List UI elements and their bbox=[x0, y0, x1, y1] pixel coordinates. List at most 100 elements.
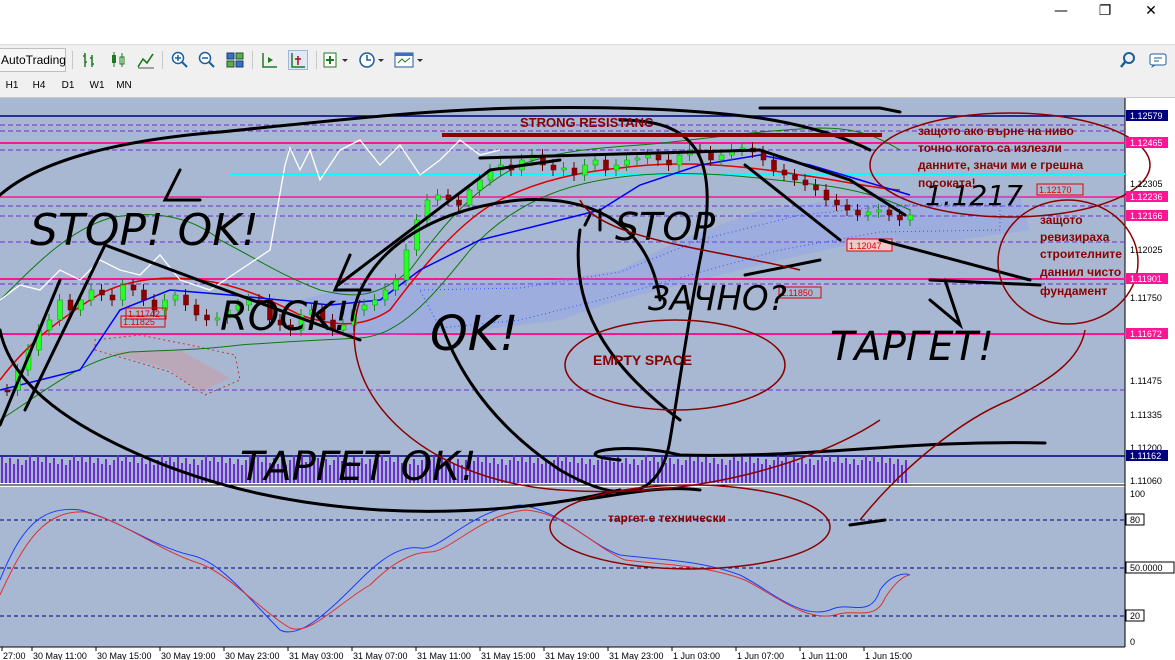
line-chart-icon[interactable] bbox=[136, 50, 156, 70]
hand-text-target: ТАРГЕТ! bbox=[830, 324, 994, 370]
price-tick-label: 1.12305 bbox=[1130, 179, 1163, 189]
indicators-icon-glyph bbox=[323, 52, 348, 68]
candle-body bbox=[624, 159, 630, 166]
toolbar: AutoTrading bbox=[0, 44, 1175, 73]
auto-scroll-icon-glyph bbox=[291, 53, 305, 68]
candle-body bbox=[613, 164, 620, 171]
zoom-in-icon-glyph bbox=[171, 51, 188, 68]
autotrading-label: AutoTrading bbox=[1, 53, 66, 67]
time-tick-label: 31 May 11:00 bbox=[417, 651, 471, 660]
osc-tick-label: 50.0000 bbox=[1130, 563, 1163, 573]
candle-body bbox=[372, 299, 378, 306]
candle-body bbox=[834, 199, 840, 206]
strong-resistance-bar bbox=[442, 133, 882, 137]
chart-shift-icon-glyph bbox=[262, 53, 277, 68]
time-tick-label: 1 Jun 07:00 bbox=[737, 651, 784, 660]
profile-icon-glyph bbox=[1149, 53, 1167, 68]
candle-body bbox=[886, 209, 893, 216]
price-tick-label: 1.12236 bbox=[1130, 192, 1163, 202]
timeframe-w1[interactable]: W1 bbox=[86, 78, 108, 94]
time-tick-label: 31 May 19:00 bbox=[545, 651, 600, 660]
timeframe-mn[interactable]: MN bbox=[113, 78, 135, 94]
candlestick-icon[interactable] bbox=[108, 50, 128, 70]
price-tick-label: 1.12579 bbox=[1130, 111, 1163, 121]
indicators-icon[interactable] bbox=[322, 50, 352, 70]
candle-body bbox=[897, 214, 903, 221]
note-line: строителните bbox=[1040, 247, 1122, 261]
profile-icon[interactable] bbox=[1148, 50, 1168, 70]
zoom-out-icon[interactable] bbox=[197, 50, 217, 70]
candle-body bbox=[781, 169, 788, 176]
hand-text-stop-ok: STOP! OK! bbox=[30, 205, 259, 256]
restore-button[interactable]: ❐ bbox=[1082, 0, 1128, 22]
toolbar-separator bbox=[252, 51, 253, 69]
note-line: посоката! bbox=[918, 176, 976, 190]
osc-tick-label: 0 bbox=[1130, 637, 1135, 647]
note-line: данните, значи ми е грешна bbox=[918, 158, 1083, 172]
candle-body bbox=[477, 179, 483, 191]
candle-body bbox=[792, 174, 798, 181]
note-line: ревизираха bbox=[1040, 230, 1110, 244]
candle-body bbox=[592, 159, 599, 166]
osc-tick-label: 80 bbox=[1130, 515, 1140, 525]
candle-body bbox=[99, 289, 105, 296]
candle-body bbox=[46, 319, 53, 331]
price-tick-label: 1.11162 bbox=[1130, 451, 1161, 461]
candle-body bbox=[708, 151, 714, 161]
candle-body bbox=[634, 157, 641, 161]
timeframe-d1[interactable]: D1 bbox=[57, 78, 79, 94]
toolbar-separator bbox=[72, 51, 73, 69]
price-box-label: 1.11825 bbox=[123, 317, 155, 327]
candle-body bbox=[571, 167, 578, 176]
templates-icon[interactable] bbox=[394, 50, 426, 70]
timeframe-bar: H1 H4 D1 W1 MN bbox=[0, 73, 1175, 98]
close-icon: ✕ bbox=[1145, 3, 1157, 19]
candle-body bbox=[130, 284, 137, 291]
candle-body bbox=[172, 294, 179, 301]
candle-body bbox=[813, 184, 819, 191]
candle-body bbox=[802, 179, 809, 186]
price-tick-label: 1.11750 bbox=[1130, 293, 1162, 303]
time-tick-label: 1 Jun 11:00 bbox=[801, 651, 847, 660]
oscillator-pane bbox=[0, 487, 1125, 647]
search-icon-glyph bbox=[1120, 52, 1135, 68]
candle-body bbox=[382, 289, 389, 301]
price-tick-label: 1.12166 bbox=[1130, 211, 1163, 221]
note-line: фундамент bbox=[1040, 284, 1107, 298]
chart-shift-icon[interactable] bbox=[260, 50, 280, 70]
search-icon[interactable] bbox=[1118, 50, 1138, 70]
bar-chart-icon[interactable] bbox=[80, 50, 100, 70]
auto-scroll-icon[interactable] bbox=[288, 50, 308, 70]
candle-body bbox=[855, 209, 861, 216]
autotrading-button[interactable]: AutoTrading bbox=[0, 48, 66, 72]
time-tick-label: 1 Jun 15:00 bbox=[865, 651, 912, 660]
tile-windows-icon[interactable] bbox=[225, 50, 245, 70]
candle-body bbox=[361, 304, 368, 311]
periods-icon[interactable] bbox=[358, 50, 388, 70]
candle-body bbox=[645, 154, 651, 159]
candle-body bbox=[876, 209, 882, 213]
candle-body bbox=[865, 211, 872, 216]
close-button[interactable]: ✕ bbox=[1128, 0, 1174, 22]
restore-icon: ❐ bbox=[1098, 3, 1112, 19]
time-tick-label: 30 May 11:00 bbox=[33, 651, 87, 660]
timeframe-h4[interactable]: H4 bbox=[28, 78, 50, 94]
time-tick-label: 30 May 19:00 bbox=[161, 651, 216, 660]
price-tick-label: 1.11060 bbox=[1130, 476, 1162, 486]
timeframe-h1[interactable]: H1 bbox=[2, 78, 22, 94]
price-tick-label: 1.11475 bbox=[1130, 376, 1162, 386]
osc-tick-label: 20 bbox=[1130, 611, 1140, 621]
price-tick-label: 1.12025 bbox=[1130, 245, 1163, 255]
chart-area[interactable]: 1.11742 1.11825 1.11850 1.12047 1.12170 bbox=[0, 98, 1175, 660]
candle-body bbox=[435, 194, 441, 201]
candle-body bbox=[844, 204, 851, 211]
candlestick-icon-glyph bbox=[112, 52, 125, 67]
zoom-in-icon[interactable] bbox=[170, 50, 190, 70]
note-line: даннил чисто bbox=[1040, 265, 1121, 279]
candle-body bbox=[550, 164, 557, 171]
time-tick-label: 30 May 15:00 bbox=[97, 651, 152, 660]
minimize-button[interactable]: — bbox=[1038, 0, 1084, 22]
candle-body bbox=[456, 199, 462, 206]
zoom-out-icon-glyph bbox=[198, 51, 215, 68]
note-line: защото ако върне на ниво bbox=[918, 124, 1074, 138]
